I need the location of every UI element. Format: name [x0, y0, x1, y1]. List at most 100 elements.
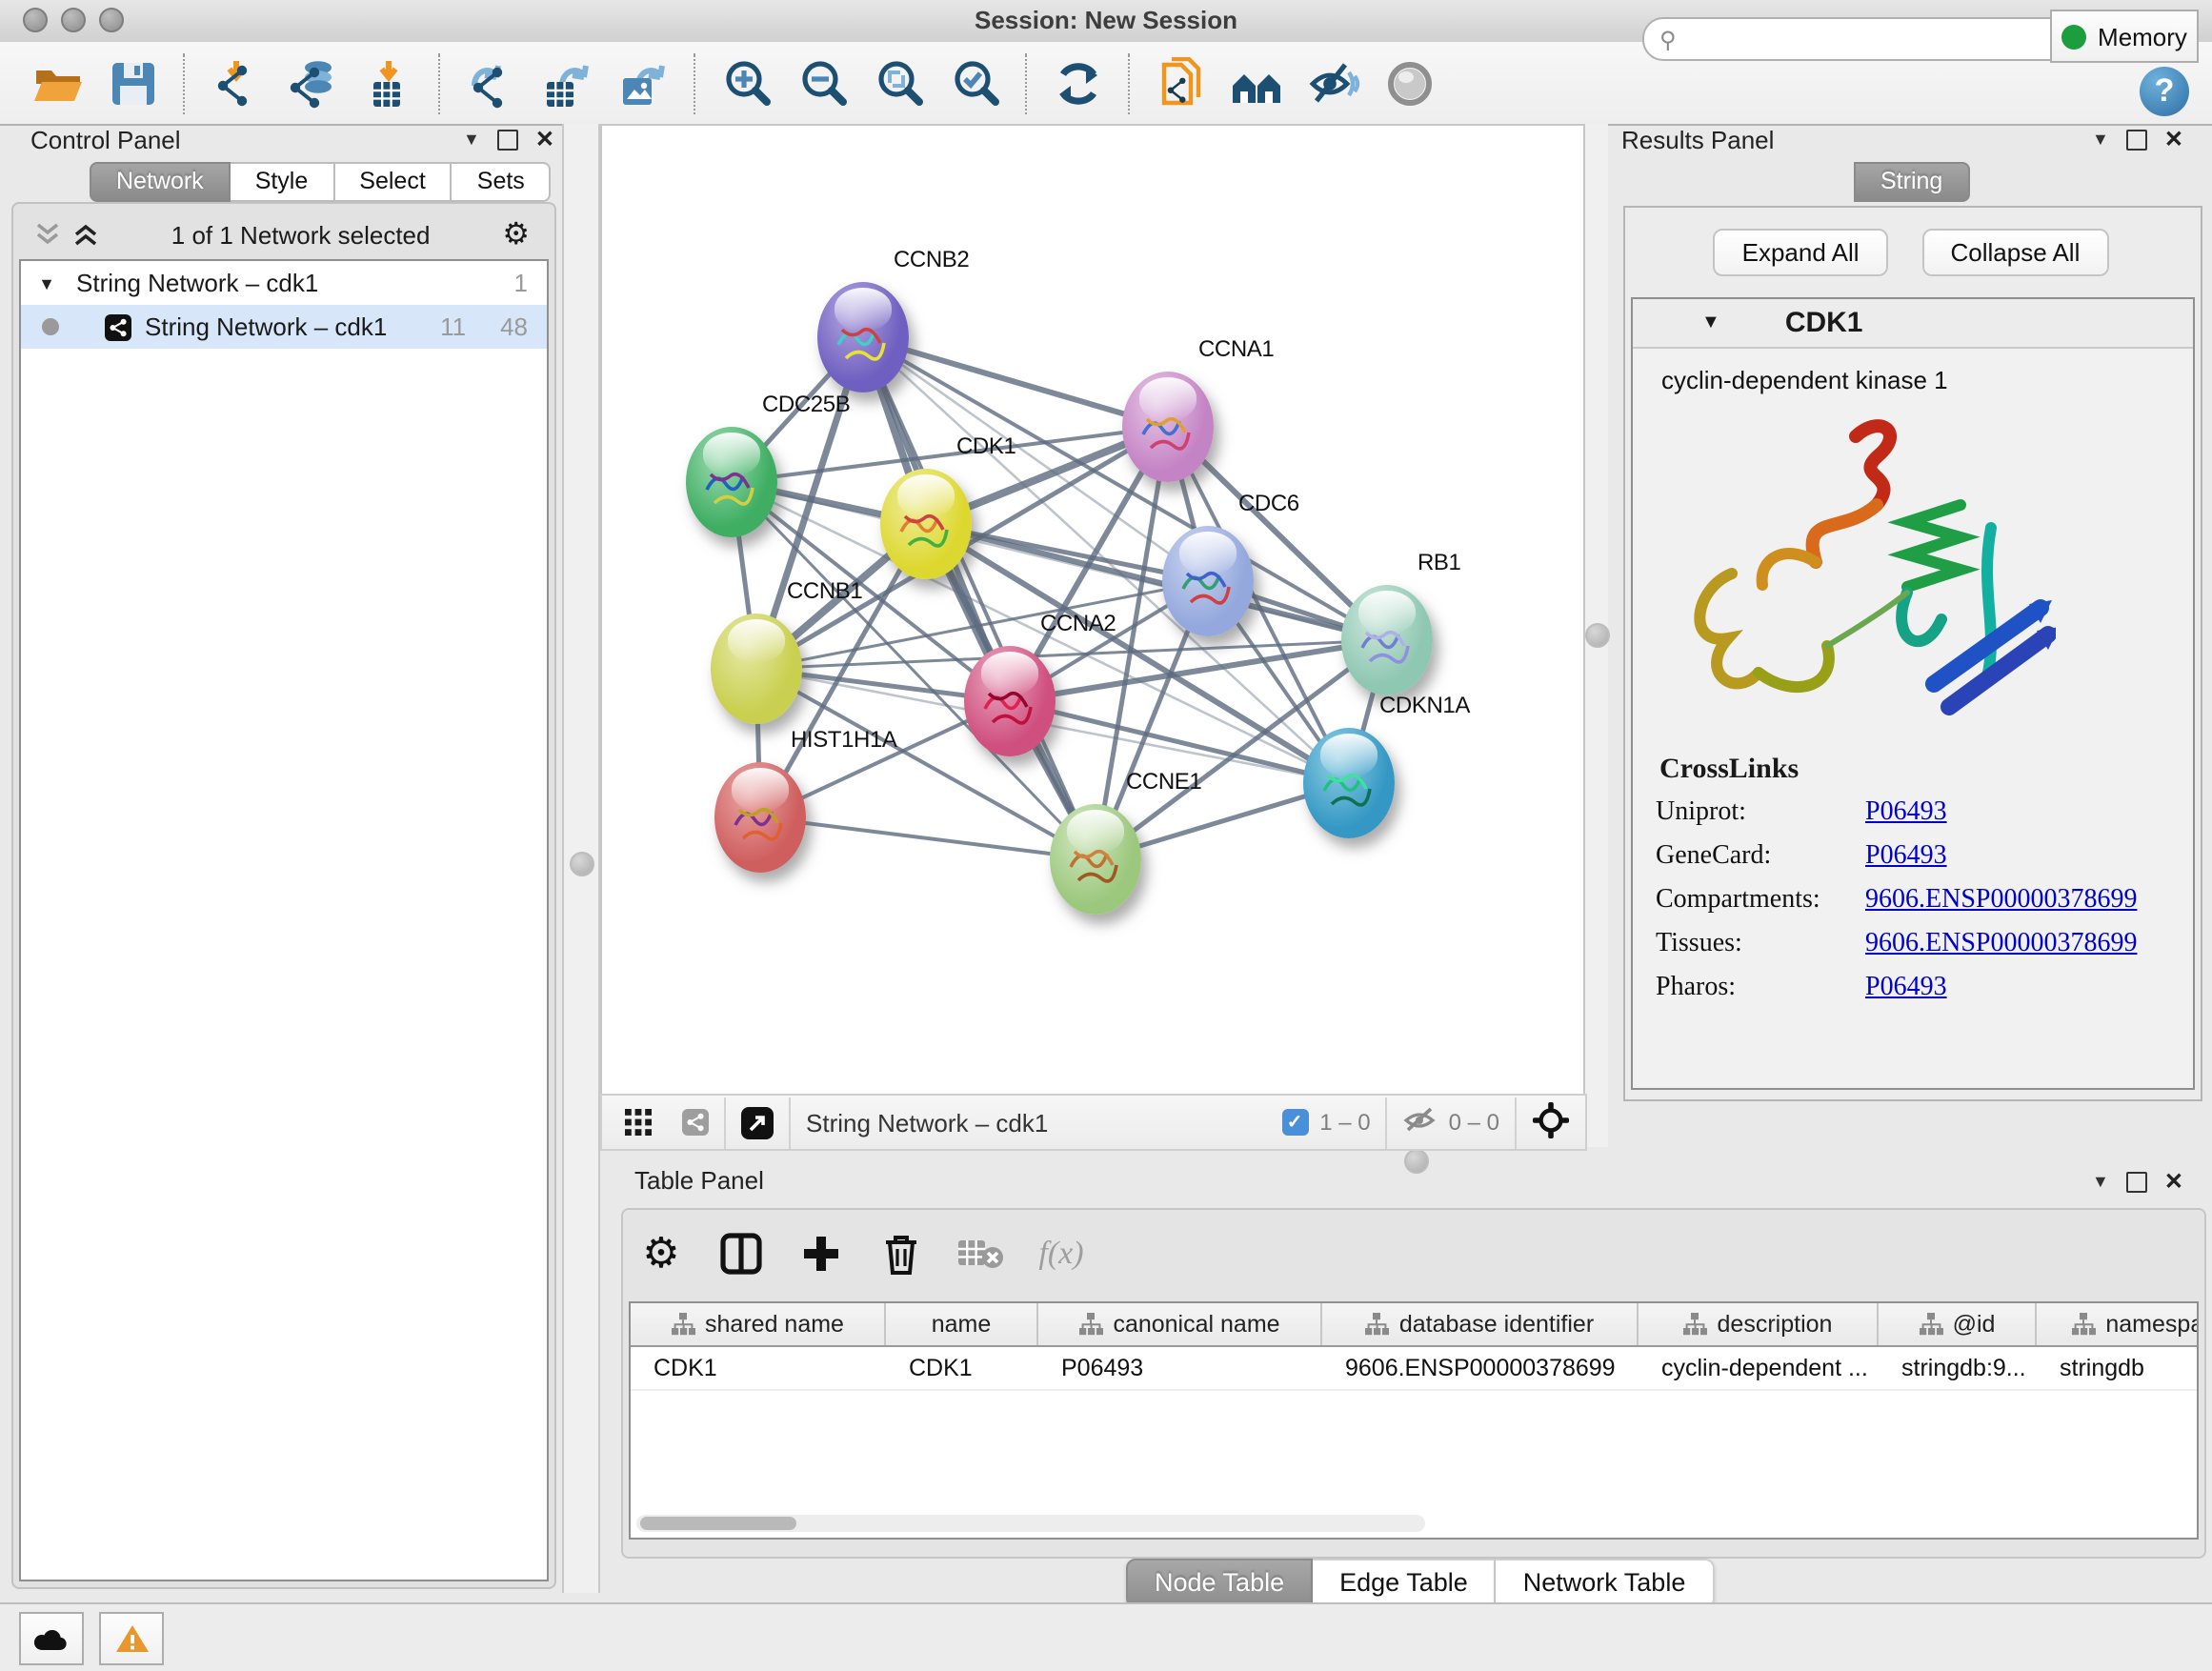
cloud-button[interactable] [19, 1612, 84, 1665]
close-panel-icon[interactable]: ✕ [2164, 126, 2183, 152]
float-panel-icon[interactable] [2126, 1171, 2147, 1192]
show-sphere-icon[interactable] [1372, 49, 1448, 117]
tab-network-table[interactable]: Network Table [1497, 1559, 1715, 1608]
save-session-icon[interactable] [95, 49, 171, 117]
column-header-namespace[interactable]: namespace [2037, 1303, 2199, 1345]
network-node-ccnb2[interactable] [817, 282, 909, 393]
crosslink-link[interactable]: 9606.ENSP00000378699 [1865, 929, 2137, 959]
close-panel-icon[interactable]: ✕ [535, 126, 554, 152]
selected-nodes-checkbox-icon[interactable]: ✓ [1281, 1109, 1308, 1136]
collapse-panel-icon[interactable]: ▼ [2092, 1172, 2109, 1191]
tab-edge-table[interactable]: Edge Table [1313, 1559, 1497, 1608]
tab-string[interactable]: String [1854, 162, 1969, 202]
network-node-cdk1[interactable] [880, 469, 972, 579]
network-node-ccnb1[interactable] [711, 614, 802, 724]
tab-style[interactable]: Style [231, 162, 335, 202]
column-header-description[interactable]: description [1639, 1303, 1879, 1345]
import-network-database-icon[interactable] [274, 49, 351, 117]
network-node-cdc25b[interactable] [686, 427, 777, 537]
column-header-database-identifier[interactable]: database identifier [1322, 1303, 1639, 1345]
tree-expander-icon[interactable]: ▼ [21, 273, 55, 292]
delete-column-icon[interactable] [876, 1229, 926, 1278]
birds-eye-crosshair-icon[interactable] [1532, 1100, 1570, 1144]
table-cell[interactable]: CDK1 [631, 1347, 886, 1389]
open-session-icon[interactable] [19, 49, 95, 117]
table-cell[interactable]: P06493 [1038, 1347, 1322, 1389]
table-cell[interactable]: 9606.ENSP00000378699 [1322, 1347, 1639, 1389]
table-cell[interactable]: stringdb:9... [1879, 1347, 2037, 1389]
collapse-panel-icon[interactable]: ▼ [463, 130, 480, 149]
network-node-ccne1[interactable] [1050, 804, 1141, 915]
memory-button[interactable]: Memory [2050, 10, 2199, 63]
crosslink-link[interactable]: 9606.ENSP00000378699 [1865, 885, 2137, 916]
table-cell[interactable]: stringdb [2037, 1347, 2199, 1389]
table-settings-icon[interactable]: ⚙ [636, 1229, 686, 1278]
grid-view-icon[interactable] [613, 1097, 663, 1147]
export-network-icon[interactable] [453, 49, 530, 117]
string-view-icon[interactable] [682, 1109, 709, 1136]
right-splitter[interactable] [1583, 124, 1608, 1147]
export-image-icon[interactable] [606, 49, 682, 117]
add-column-icon[interactable] [796, 1229, 846, 1278]
left-splitter[interactable] [562, 124, 600, 1593]
crosslink-link[interactable]: P06493 [1865, 797, 1947, 828]
import-network-file-icon[interactable] [198, 49, 274, 117]
detach-view-icon[interactable] [741, 1106, 774, 1138]
network-node-ccna1[interactable] [1122, 372, 1214, 482]
table-cell[interactable]: cyclin-dependent ... [1639, 1347, 1879, 1389]
bottom-splitter[interactable] [600, 1149, 2202, 1168]
network-node-rb1[interactable] [1341, 585, 1433, 695]
float-panel-icon[interactable] [2126, 129, 2147, 150]
network-canvas[interactable]: CCNB2 CCNA1 CDC25B CDK1 CDC6 RB1CCNB1 CC… [600, 124, 1585, 1097]
tab-sets[interactable]: Sets [452, 162, 552, 202]
collapse-panel-icon[interactable]: ▼ [2092, 130, 2109, 149]
zoom-selected-icon[interactable] [937, 49, 1014, 117]
column-header-canonical-name[interactable]: canonical name [1038, 1303, 1322, 1345]
collapse-all-button[interactable]: Collapse All [1922, 229, 2109, 276]
close-window-button[interactable] [23, 8, 48, 32]
column-header-name[interactable]: name [886, 1303, 1038, 1345]
network-node-ccna2[interactable] [964, 646, 1056, 756]
zoom-fit-icon[interactable] [861, 49, 937, 117]
table-cell[interactable]: CDK1 [886, 1347, 1038, 1389]
table-scrollbar-thumb[interactable] [640, 1517, 796, 1530]
column-header-shared-name[interactable]: shared name [631, 1303, 886, 1345]
left-splitter-handle[interactable] [570, 852, 594, 876]
expand-all-button[interactable]: Expand All [1714, 229, 1888, 276]
search-field[interactable] [1677, 24, 2105, 54]
zoom-window-button[interactable] [99, 8, 124, 32]
network-options-gear-icon[interactable]: ⚙ [502, 215, 530, 253]
bottom-splitter-handle[interactable] [1404, 1149, 1429, 1174]
results-entry-header[interactable]: ▼ CDK1 [1633, 299, 2193, 349]
tab-select[interactable]: Select [334, 162, 452, 202]
import-table-icon[interactable] [351, 49, 427, 117]
import-string-file-icon[interactable] [1143, 49, 1219, 117]
refresh-network-icon[interactable] [1040, 49, 1116, 117]
close-panel-icon[interactable]: ✕ [2164, 1168, 2183, 1195]
tab-node-table[interactable]: Node Table [1126, 1559, 1313, 1608]
table-row[interactable]: CDK1CDK1P064939606.ENSP00000378699cyclin… [631, 1347, 2197, 1391]
search-input[interactable]: ⚲ [1642, 17, 2107, 61]
minimize-window-button[interactable] [61, 8, 86, 32]
zoom-out-icon[interactable] [785, 49, 861, 117]
network-node-cdkn1a[interactable] [1303, 728, 1395, 838]
home-icon[interactable] [1219, 49, 1296, 117]
network-collection-row[interactable]: ▼ String Network – cdk1 1 [21, 261, 547, 305]
crosslink-link[interactable]: P06493 [1865, 973, 1947, 1003]
warnings-button[interactable] [99, 1612, 164, 1665]
network-node-cdc6[interactable] [1162, 526, 1254, 636]
zoom-in-icon[interactable] [709, 49, 785, 117]
network-row[interactable]: String Network – cdk1 11 48 [21, 305, 547, 349]
hide-selected-icon[interactable] [1296, 49, 1372, 117]
network-node-hist1h1a[interactable] [714, 762, 806, 873]
column-header--id[interactable]: @id [1879, 1303, 2037, 1345]
expand-all-icon[interactable] [72, 223, 99, 246]
float-panel-icon[interactable] [497, 129, 518, 150]
crosslink-link[interactable]: P06493 [1865, 841, 1947, 872]
collapse-all-icon[interactable] [34, 223, 61, 246]
right-splitter-handle[interactable] [1585, 623, 1610, 648]
tab-network[interactable]: Network [90, 162, 231, 202]
function-builder-icon[interactable]: f(x) [1036, 1229, 1086, 1278]
export-table-icon[interactable] [530, 49, 606, 117]
entry-expander-icon[interactable]: ▼ [1701, 312, 1720, 333]
